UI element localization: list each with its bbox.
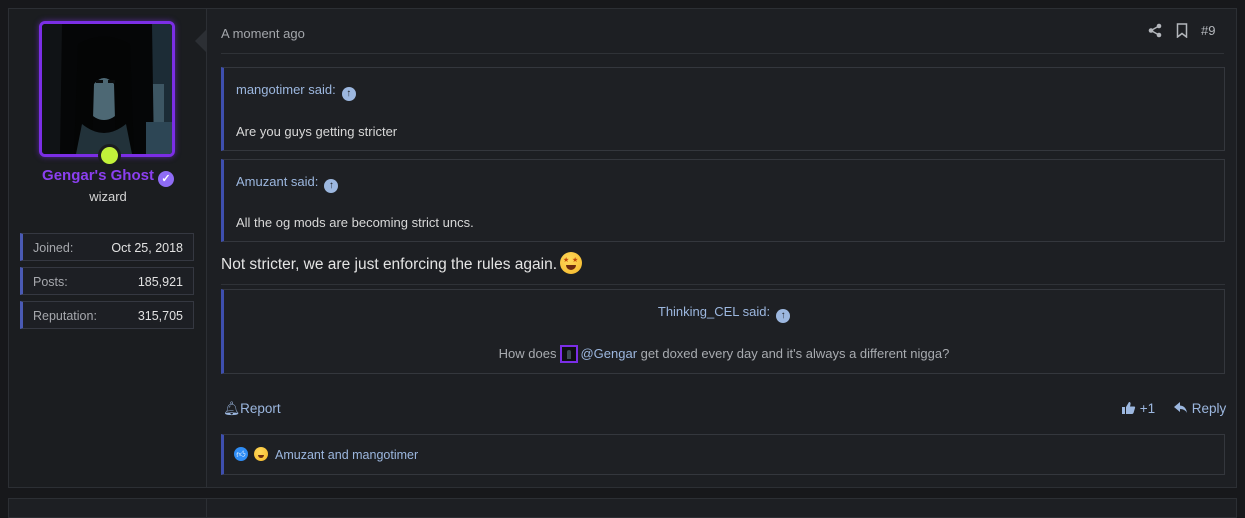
user-info-cell: Gengar's Ghost ✓ wizard Joined: Oct 25, 2… [9, 9, 207, 487]
quote-attribution[interactable]: Thinking_CEL said: ↑ [224, 304, 1224, 323]
quote-text: How does @Gengar get doxed every day and … [224, 345, 1224, 363]
quote-text-after: get doxed every day and it's always a di… [640, 346, 950, 361]
stat-posts: Posts: 185,921 [20, 267, 194, 295]
quote-author[interactable]: Thinking_CEL said: [658, 304, 770, 319]
thumbs-up-icon [1122, 402, 1136, 414]
bell-icon: 🔔︎ [223, 401, 241, 416]
quote-block-3: Thinking_CEL said: ↑ How does @Gengar get … [221, 289, 1225, 374]
stat-joined: Joined: Oct 25, 2018 [20, 233, 194, 261]
stat-value: 185,921 [137, 275, 183, 289]
star-struck-emoji: ★ ★ [560, 252, 582, 274]
like-button[interactable]: +1 [1121, 401, 1155, 416]
reaction-users-link[interactable]: Amuzant and mangotimer [275, 448, 418, 462]
next-post-edge [8, 498, 1237, 518]
mention-avatar[interactable] [560, 345, 579, 363]
report-button[interactable]: 🔔︎Report [223, 401, 281, 417]
post-body: Not stricter, we are just enforcing the … [221, 252, 582, 274]
post-arrow [195, 29, 207, 53]
quote-author[interactable]: Amuzant said: [236, 174, 318, 189]
reply-button[interactable]: Reply [1174, 401, 1226, 416]
stat-label: Joined: [33, 241, 74, 255]
arrow-up-circle-icon[interactable]: ↑ [341, 87, 356, 101]
share-icon[interactable] [1148, 23, 1162, 41]
username[interactable]: Gengar's Ghost ✓ [9, 167, 207, 187]
quote-text: Are you guys getting stricter [236, 124, 398, 139]
stat-value: 315,705 [137, 309, 183, 323]
haha-reaction-icon[interactable] [254, 447, 268, 461]
username-text[interactable]: Gengar's Ghost [42, 167, 154, 184]
stat-reputation: Reputation: 315,705 [20, 301, 194, 329]
post-timestamp[interactable]: A moment ago [221, 26, 305, 41]
header-divider [221, 53, 1224, 54]
quote-attribution[interactable]: mangotimer said: ↑ [236, 82, 356, 101]
post-container: Gengar's Ghost ✓ wizard Joined: Oct 25, 2… [8, 8, 1237, 488]
reactions-bar: 👍︎ Amuzant and mangotimer [221, 434, 1225, 475]
quote-block-2: Amuzant said: ↑ All the og mods are becom… [221, 159, 1225, 242]
post-tools: #9 [1148, 23, 1224, 41]
reply-label: Reply [1191, 401, 1227, 416]
quote-text: All the og mods are becoming strict uncs… [236, 215, 474, 230]
stat-label: Posts: [33, 275, 68, 289]
avatar-image [42, 24, 172, 154]
quote-text-before: How does [498, 346, 557, 361]
quote-author[interactable]: mangotimer said: [236, 82, 336, 97]
like-reaction-icon[interactable]: 👍︎ [234, 447, 248, 461]
arrow-up-circle-icon[interactable]: ↑ [776, 309, 791, 323]
like-count: +1 [1139, 401, 1156, 416]
verified-icon: ✓ [157, 171, 174, 187]
user-mention-link[interactable]: @Gengar [580, 346, 637, 361]
post-number[interactable]: #9 [1201, 23, 1215, 38]
stat-label: Reputation: [33, 309, 97, 323]
user-avatar[interactable] [39, 21, 175, 157]
stat-value: Oct 25, 2018 [111, 241, 183, 255]
quote-attribution[interactable]: Amuzant said: ↑ [236, 174, 339, 193]
reply-arrow-icon [1174, 402, 1187, 413]
bookmark-icon[interactable] [1176, 23, 1188, 41]
body-divider [221, 284, 1225, 285]
online-status-dot [98, 144, 121, 167]
post-body-text: Not stricter, we are just enforcing the … [221, 256, 557, 273]
user-title: wizard [89, 189, 127, 204]
arrow-up-circle-icon[interactable]: ↑ [324, 179, 339, 193]
report-label: Report [240, 401, 281, 416]
quote-block-1: mangotimer said: ↑ Are you guys getting s… [221, 67, 1225, 151]
